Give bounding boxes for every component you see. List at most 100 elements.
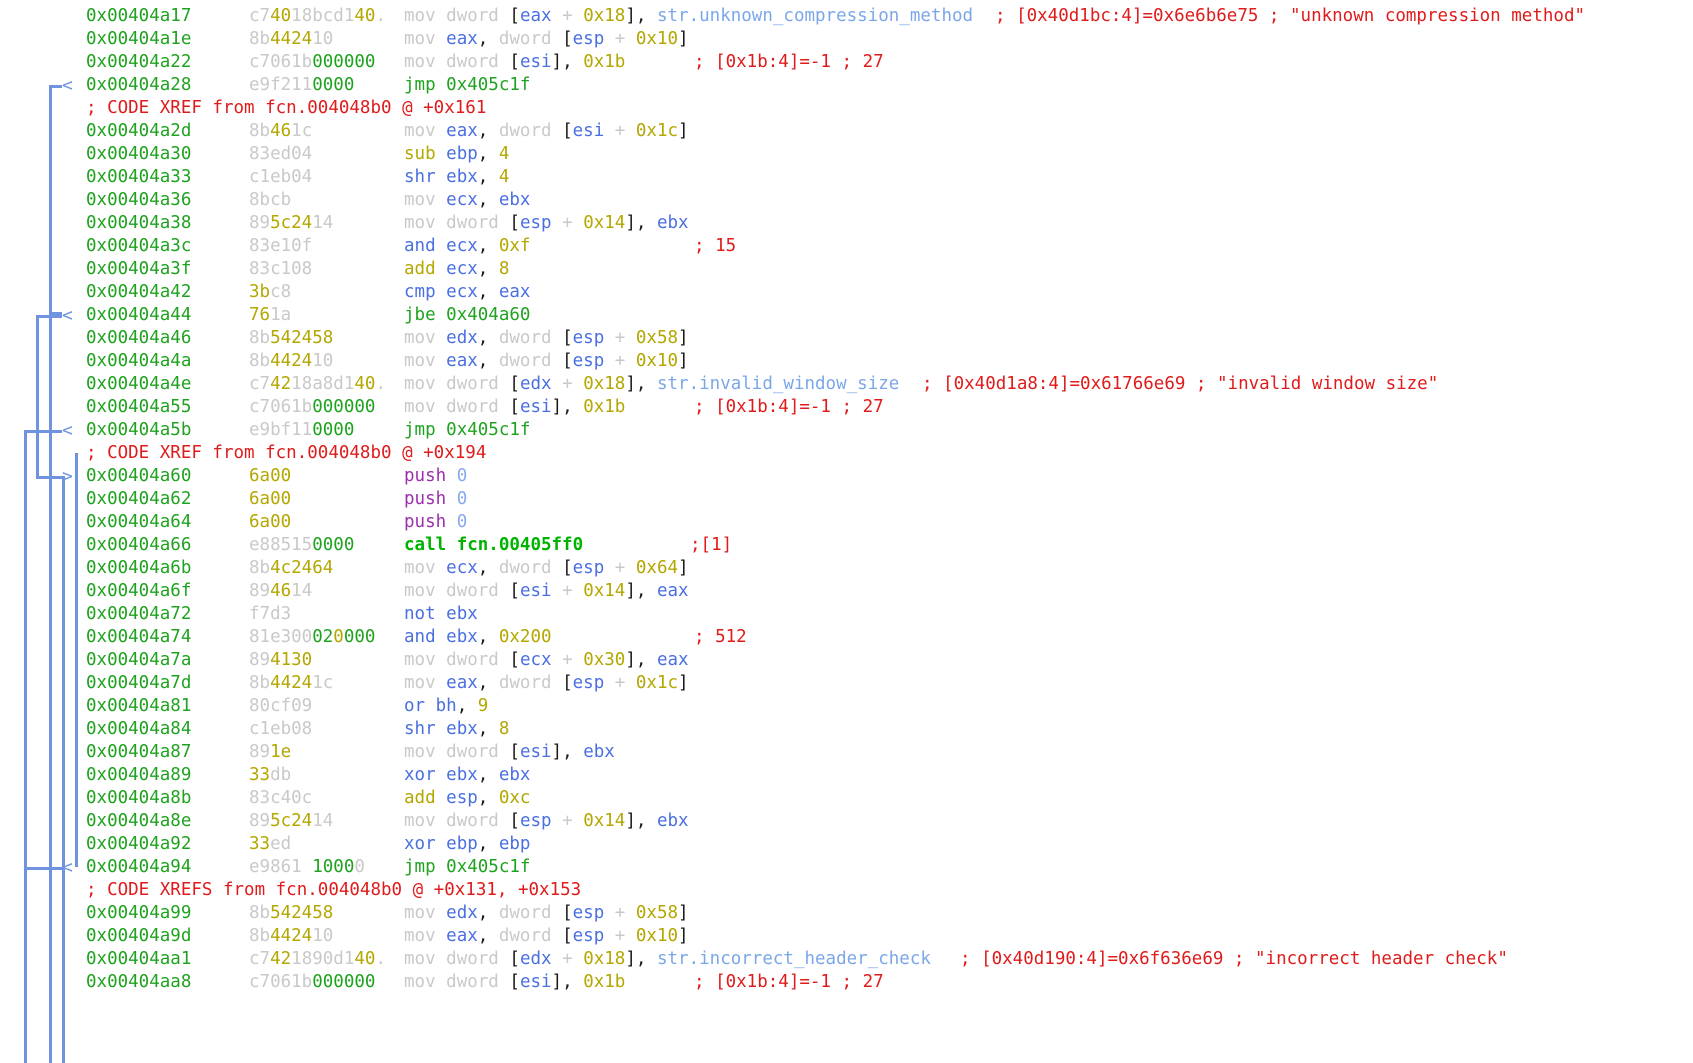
- instruction-address[interactable]: 0x00404a3c: [86, 235, 191, 258]
- instruction-text[interactable]: add esp, 0xc: [404, 787, 530, 810]
- instruction-address[interactable]: 0x00404a4a: [86, 350, 191, 373]
- instruction-address[interactable]: 0x00404a81: [86, 695, 191, 718]
- instruction-text[interactable]: cmp ecx, eax: [404, 281, 530, 304]
- instruction-address[interactable]: 0x00404a92: [86, 833, 191, 856]
- disassembly-line[interactable]: 0x00404a3f83c108add ecx, 8: [0, 258, 1693, 281]
- instruction-text[interactable]: mov edx, dword [esp + 0x58]: [404, 327, 689, 350]
- instruction-text[interactable]: push 0: [404, 488, 467, 511]
- instruction-address[interactable]: 0x00404a64: [86, 511, 191, 534]
- instruction-address[interactable]: 0x00404a60: [86, 465, 191, 488]
- instruction-address[interactable]: 0x00404a87: [86, 741, 191, 764]
- instruction-address[interactable]: 0x00404a28: [86, 74, 191, 97]
- instruction-text[interactable]: mov dword [edx + 0x18], str.incorrect_he…: [404, 948, 931, 971]
- instruction-address[interactable]: 0x00404a6b: [86, 557, 191, 580]
- disassembly-line[interactable]: 0x00404aa8c7061b000000mov dword [esi], 0…: [0, 971, 1693, 994]
- instruction-address[interactable]: 0x00404aa8: [86, 971, 191, 994]
- instruction-address[interactable]: 0x00404a99: [86, 902, 191, 925]
- instruction-text[interactable]: mov dword [esi + 0x14], eax: [404, 580, 689, 603]
- instruction-text[interactable]: not ebx: [404, 603, 478, 626]
- instruction-text[interactable]: xor ebp, ebp: [404, 833, 530, 856]
- instruction-text[interactable]: mov dword [esp + 0x14], ebx: [404, 810, 689, 833]
- instruction-address[interactable]: 0x00404a4e: [86, 373, 191, 396]
- instruction-text[interactable]: push 0: [404, 511, 467, 534]
- disassembly-line[interactable]: 0x00404a7481e300020000and ebx, 0x200; 51…: [0, 626, 1693, 649]
- disassembly-line[interactable]: 0x00404a468b542458mov edx, dword [esp + …: [0, 327, 1693, 350]
- disassembly-line[interactable]: 0x00404a626a00push 0: [0, 488, 1693, 511]
- disassembly-line[interactable]: 0x00404a8933dbxor ebx, ebx: [0, 764, 1693, 787]
- instruction-address[interactable]: 0x00404a1e: [86, 28, 191, 51]
- instruction-text[interactable]: mov dword [esp + 0x14], ebx: [404, 212, 689, 235]
- instruction-text[interactable]: mov dword [edx + 0x18], str.invalid_wind…: [404, 373, 899, 396]
- instruction-address[interactable]: 0x00404a55: [86, 396, 191, 419]
- disassembly-line[interactable]: 0x00404a44761ajbe 0x404a60: [0, 304, 1693, 327]
- disassembly-line[interactable]: 0x00404a38895c2414mov dword [esp + 0x14]…: [0, 212, 1693, 235]
- disassembly-line[interactable]: 0x00404a4ec74218a8d140.mov dword [edx + …: [0, 373, 1693, 396]
- disassembly-line[interactable]: 0x00404a3083ed04sub ebp, 4: [0, 143, 1693, 166]
- instruction-text[interactable]: mov dword [esi], 0x1b: [404, 51, 625, 74]
- instruction-text[interactable]: jmp 0x405c1f: [404, 856, 530, 879]
- instruction-address[interactable]: 0x00404a84: [86, 718, 191, 741]
- disassembly-line[interactable]: 0x00404a66e885150000call fcn.00405ff0;[1…: [0, 534, 1693, 557]
- disassembly-line[interactable]: 0x00404a423bc8cmp ecx, eax: [0, 281, 1693, 304]
- xref-comment-line[interactable]: ; CODE XREFS from fcn.004048b0 @ +0x131,…: [0, 879, 1693, 902]
- instruction-text[interactable]: shr ebx, 8: [404, 718, 509, 741]
- disassembly-line[interactable]: 0x00404a9d8b442410mov eax, dword [esp + …: [0, 925, 1693, 948]
- disassembly-line[interactable]: 0x00404a94e9861 10000jmp 0x405c1f: [0, 856, 1693, 879]
- instruction-address[interactable]: 0x00404a94: [86, 856, 191, 879]
- disassembly-line[interactable]: 0x00404aa1c7421890d140.mov dword [edx + …: [0, 948, 1693, 971]
- disassembly-line[interactable]: 0x00404a8180cf09or bh, 9: [0, 695, 1693, 718]
- instruction-text[interactable]: jmp 0x405c1f: [404, 74, 530, 97]
- instruction-text[interactable]: shr ebx, 4: [404, 166, 509, 189]
- disassembly-line[interactable]: 0x00404a6f894614mov dword [esi + 0x14], …: [0, 580, 1693, 603]
- instruction-address[interactable]: 0x00404a72: [86, 603, 191, 626]
- disassembly-line[interactable]: 0x00404a4a8b442410mov eax, dword [esp + …: [0, 350, 1693, 373]
- instruction-address[interactable]: 0x00404a36: [86, 189, 191, 212]
- disassembly-line[interactable]: 0x00404a7d8b44241cmov eax, dword [esp + …: [0, 672, 1693, 695]
- instruction-address[interactable]: 0x00404aa1: [86, 948, 191, 971]
- disassembly-line[interactable]: 0x00404a2d8b461cmov eax, dword [esi + 0x…: [0, 120, 1693, 143]
- instruction-address[interactable]: 0x00404a89: [86, 764, 191, 787]
- disassembly-line[interactable]: 0x00404a998b542458mov edx, dword [esp + …: [0, 902, 1693, 925]
- instruction-text[interactable]: mov dword [esi], ebx: [404, 741, 615, 764]
- xref-comment-line[interactable]: ; CODE XREF from fcn.004048b0 @ +0x194: [0, 442, 1693, 465]
- disassembly-line[interactable]: 0x00404a1e8b442410mov eax, dword [esp + …: [0, 28, 1693, 51]
- instruction-address[interactable]: 0x00404a8b: [86, 787, 191, 810]
- instruction-text[interactable]: mov eax, dword [esp + 0x1c]: [404, 672, 689, 695]
- disassembly-line[interactable]: 0x00404a33c1eb04shr ebx, 4: [0, 166, 1693, 189]
- disassembly-line[interactable]: 0x00404a84c1eb08shr ebx, 8: [0, 718, 1693, 741]
- disassembly-line[interactable]: 0x00404a8b83c40cadd esp, 0xc: [0, 787, 1693, 810]
- disassembly-line[interactable]: 0x00404a368bcbmov ecx, ebx: [0, 189, 1693, 212]
- disassembly-line[interactable]: 0x00404a22c7061b000000mov dword [esi], 0…: [0, 51, 1693, 74]
- instruction-text[interactable]: mov eax, dword [esp + 0x10]: [404, 28, 689, 51]
- instruction-address[interactable]: 0x00404a46: [86, 327, 191, 350]
- instruction-text[interactable]: xor ebx, ebx: [404, 764, 530, 787]
- instruction-text[interactable]: mov eax, dword [esp + 0x10]: [404, 350, 689, 373]
- instruction-address[interactable]: 0x00404a33: [86, 166, 191, 189]
- instruction-text[interactable]: and ebx, 0x200: [404, 626, 552, 649]
- instruction-text[interactable]: mov ecx, dword [esp + 0x64]: [404, 557, 689, 580]
- instruction-address[interactable]: 0x00404a7d: [86, 672, 191, 695]
- xref-comment-line[interactable]: ; CODE XREF from fcn.004048b0 @ +0x161: [0, 97, 1693, 120]
- instruction-text[interactable]: mov dword [esi], 0x1b: [404, 396, 625, 419]
- disassembly-line[interactable]: 0x00404a87891emov dword [esi], ebx: [0, 741, 1693, 764]
- instruction-address[interactable]: 0x00404a30: [86, 143, 191, 166]
- instruction-text[interactable]: call fcn.00405ff0: [404, 534, 583, 557]
- instruction-text[interactable]: add ecx, 8: [404, 258, 509, 281]
- instruction-address[interactable]: 0x00404a5b: [86, 419, 191, 442]
- disassembly-line[interactable]: 0x00404a3c83e10fand ecx, 0xf; 15: [0, 235, 1693, 258]
- instruction-text[interactable]: or bh, 9: [404, 695, 488, 718]
- disassembly-line[interactable]: 0x00404a8e895c2414mov dword [esp + 0x14]…: [0, 810, 1693, 833]
- instruction-text[interactable]: jmp 0x405c1f: [404, 419, 530, 442]
- disassembly-line[interactable]: 0x00404a7a894130mov dword [ecx + 0x30], …: [0, 649, 1693, 672]
- instruction-text[interactable]: mov dword [ecx + 0x30], eax: [404, 649, 689, 672]
- disassembly-line[interactable]: 0x00404a6b8b4c2464mov ecx, dword [esp + …: [0, 557, 1693, 580]
- disassembly-view[interactable]: 0x00404a17c74018bcd140.mov dword [eax + …: [0, 0, 1693, 1063]
- disassembly-line[interactable]: 0x00404a5be9bf110000jmp 0x405c1f: [0, 419, 1693, 442]
- instruction-text[interactable]: mov edx, dword [esp + 0x58]: [404, 902, 689, 925]
- instruction-address[interactable]: 0x00404a8e: [86, 810, 191, 833]
- disassembly-line[interactable]: 0x00404a72f7d3not ebx: [0, 603, 1693, 626]
- instruction-address[interactable]: 0x00404a66: [86, 534, 191, 557]
- instruction-address[interactable]: 0x00404a9d: [86, 925, 191, 948]
- instruction-address[interactable]: 0x00404a17: [86, 5, 191, 28]
- instruction-text[interactable]: mov ecx, ebx: [404, 189, 530, 212]
